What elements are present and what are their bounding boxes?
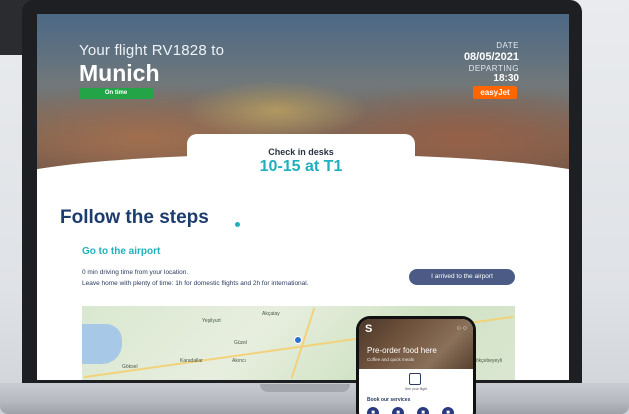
service-icon[interactable]: ■	[442, 407, 454, 414]
qr-code-icon[interactable]	[409, 373, 421, 385]
date-label: DATE	[496, 41, 519, 50]
advice-text: Leave home with plenty of time: 1h for d…	[82, 280, 309, 287]
phone-screen: S ○ ○ Pre-order food here Coffee and qui…	[359, 319, 473, 414]
steps-dot	[235, 222, 240, 227]
map-label: Göksel	[122, 364, 138, 370]
date-value: 08/05/2021	[463, 51, 519, 63]
status-badge: On time	[79, 88, 153, 99]
phone-title: Pre-order food here	[367, 346, 437, 355]
phone-header-icons[interactable]: ○ ○	[457, 325, 467, 332]
map-label: Gökçebeyeyli	[472, 358, 503, 364]
checkin-label: Check in desks	[268, 147, 334, 157]
phone-app-logo: S	[365, 323, 373, 335]
flight-line: Your flight RV1828 to	[79, 42, 225, 59]
steps-title: Follow the steps	[60, 207, 209, 228]
map-label: Akçatay	[262, 311, 280, 317]
service-icon[interactable]: ■	[392, 407, 404, 414]
departing-label: DEPARTING	[468, 64, 519, 73]
checkin-card: Check in desks 10-15 at T1	[187, 134, 415, 204]
map-label: Akıncı	[232, 358, 246, 364]
airline-logo: easyJet	[473, 86, 517, 99]
laptop-screen: Your flight RV1828 to Munich On time DAT…	[37, 14, 569, 380]
map-road	[290, 307, 316, 379]
checkin-value: 10-15 at T1	[259, 158, 343, 175]
map-pin-icon[interactable]	[294, 336, 302, 344]
driving-time-text: 0 min driving time from your location.	[82, 269, 189, 276]
service-icon[interactable]: ■	[367, 407, 379, 414]
service-icon[interactable]: ■	[417, 407, 429, 414]
departing-value: 18:30	[493, 73, 519, 84]
laptop-notch	[260, 384, 350, 392]
services-title: Book our services	[367, 397, 411, 403]
phone-subtitle: Coffee and quick meals	[367, 357, 414, 362]
phone-frame: S ○ ○ Pre-order food here Coffee and qui…	[356, 316, 476, 414]
arrived-button[interactable]: I arrived to the airport	[409, 269, 515, 285]
map-label: Karadallar	[180, 358, 203, 364]
services-row: ■ ■ ■ ■	[367, 407, 467, 414]
qr-caption: See your flight	[404, 387, 428, 391]
section-title-go-to-airport: Go to the airport	[82, 246, 161, 257]
map-water	[82, 324, 122, 364]
map-label: Yeşilyurt	[202, 318, 221, 324]
map-label: Güzel	[234, 340, 248, 346]
destination-city: Munich	[79, 60, 160, 86]
